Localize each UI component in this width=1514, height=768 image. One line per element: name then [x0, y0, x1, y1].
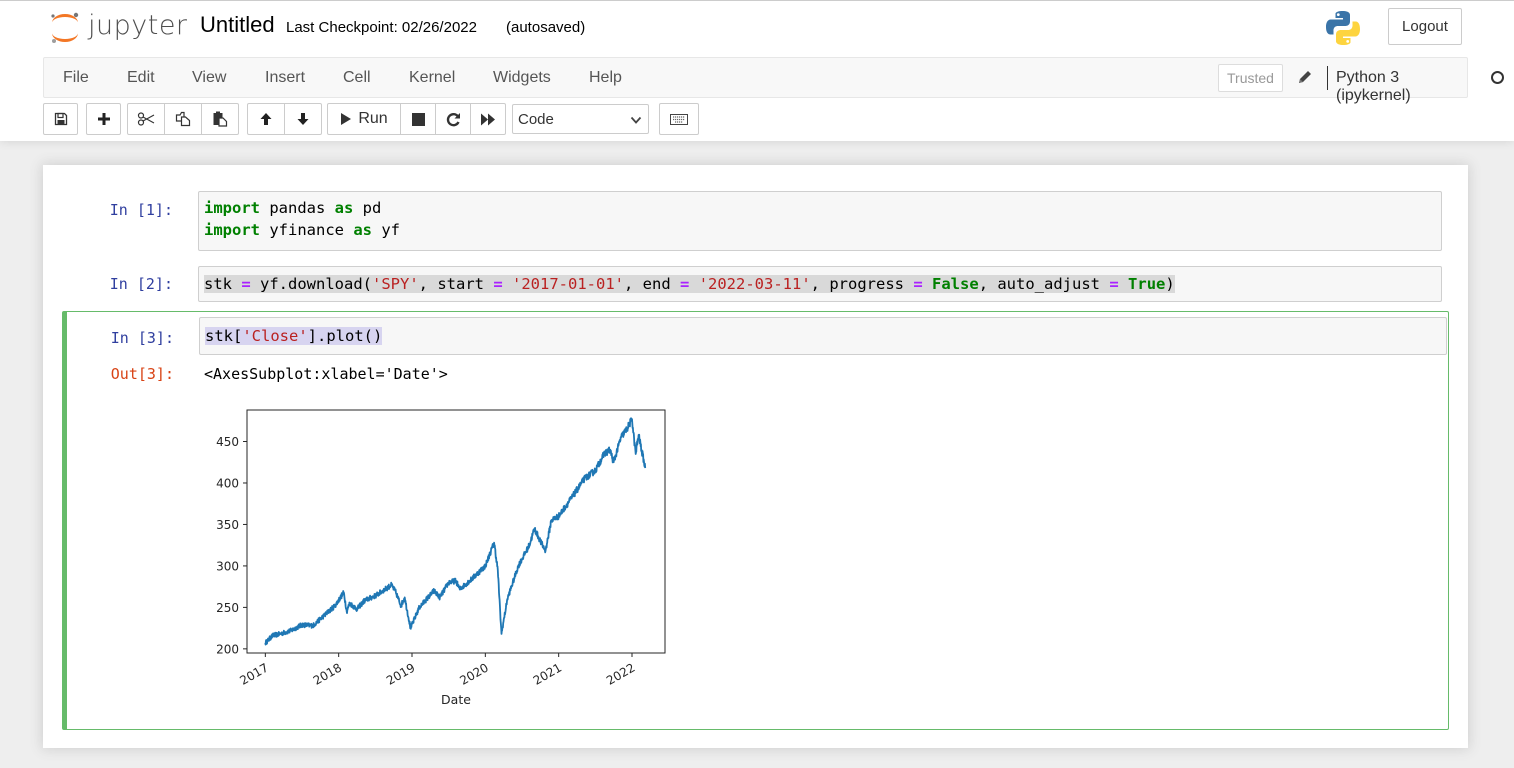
menu-edit[interactable]: Edit	[127, 69, 155, 87]
code-editor[interactable]: stk['Close'].plot()	[199, 317, 1447, 355]
x-tick-label: 2022	[604, 660, 637, 687]
output-prompt: Out[3]:	[110, 365, 174, 383]
menu-kernel[interactable]: Kernel	[409, 69, 455, 87]
menu-view[interactable]: View	[192, 69, 226, 87]
cell-type-value: Code	[518, 110, 554, 128]
run-group: Run	[327, 103, 506, 135]
y-tick-label: 400	[216, 476, 239, 490]
code-editor[interactable]: import pandas as pd import yfinance as y…	[198, 191, 1442, 251]
kernel-name[interactable]: Python 3 (ipykernel)	[1336, 69, 1467, 105]
y-tick-label: 200	[216, 642, 239, 656]
y-tick-label: 300	[216, 559, 239, 573]
header: jupyter Untitled Last Checkpoint: 02/26/…	[0, 0, 1514, 141]
kernel-separator	[1327, 66, 1328, 90]
menu-cell[interactable]: Cell	[343, 69, 371, 87]
input-prompt: In [2]:	[109, 275, 173, 293]
cut-button[interactable]	[127, 103, 165, 135]
restart-run-all-button[interactable]	[470, 103, 506, 135]
clipboard-group	[127, 103, 239, 135]
code-cell[interactable]: In [2]: stk = yf.download('SPY', start =…	[62, 264, 1449, 304]
python-logo-icon	[1325, 10, 1361, 46]
y-tick-label: 250	[216, 601, 239, 615]
input-prompt: In [3]:	[110, 329, 174, 347]
insert-group	[86, 103, 121, 135]
x-axis-label: Date	[441, 692, 471, 707]
x-tick-label: 2018	[311, 660, 344, 687]
jupyter-logo-icon	[51, 12, 79, 43]
x-axis: 2017 2018 2019 2020 2021 2022	[237, 653, 638, 688]
pencil-icon[interactable]	[1297, 69, 1313, 85]
menu-widgets[interactable]: Widgets	[493, 69, 551, 87]
jupyter-wordmark: jupyter	[88, 10, 188, 41]
toolbar: Run Code	[43, 103, 743, 135]
x-tick-label: 2019	[384, 660, 417, 687]
x-tick-label: 2017	[237, 660, 270, 687]
autosave-status: (autosaved)	[506, 19, 586, 36]
play-icon	[340, 112, 352, 126]
plus-icon	[97, 112, 111, 126]
checkpoint-status: Last Checkpoint: 02/26/2022	[286, 19, 477, 36]
scissors-icon	[137, 112, 155, 126]
restart-button[interactable]	[435, 103, 471, 135]
fast-forward-icon	[480, 113, 496, 126]
command-palette-button[interactable]	[659, 103, 699, 135]
menu-help[interactable]: Help	[589, 69, 622, 87]
menu-file[interactable]: File	[63, 69, 89, 87]
move-group	[247, 103, 322, 135]
copy-button[interactable]	[164, 103, 202, 135]
run-label: Run	[358, 110, 388, 127]
arrow-down-icon	[296, 112, 310, 126]
stop-icon	[411, 112, 425, 126]
refresh-icon	[446, 112, 461, 127]
arrow-up-icon	[259, 112, 273, 126]
menubar: File Edit View Insert Cell Kernel Widget…	[43, 57, 1504, 104]
paste-button[interactable]	[201, 103, 239, 135]
keyboard-icon	[670, 113, 688, 125]
insert-cell-button[interactable]	[86, 103, 121, 135]
copy-icon	[175, 111, 191, 127]
cell-type-select[interactable]: Code	[512, 104, 649, 134]
kernel-idle-icon	[1491, 71, 1504, 84]
menu-insert[interactable]: Insert	[265, 69, 305, 87]
run-button[interactable]: Run	[327, 103, 401, 135]
plot-background	[247, 410, 665, 653]
floppy-disk-icon	[54, 112, 68, 126]
logout-button[interactable]: Logout	[1388, 8, 1462, 45]
input-prompt: In [1]:	[109, 201, 173, 219]
code-editor[interactable]: stk = yf.download('SPY', start = '2017-0…	[198, 266, 1442, 302]
palette-group	[659, 103, 699, 135]
paste-icon	[212, 111, 228, 127]
interrupt-button[interactable]	[400, 103, 436, 135]
trusted-indicator[interactable]: Trusted	[1218, 64, 1283, 92]
chevron-down-icon	[630, 113, 642, 130]
x-tick-label: 2020	[457, 660, 490, 687]
x-tick-label: 2021	[531, 660, 564, 687]
save-group	[43, 103, 78, 135]
jupyter-logo[interactable]: jupyter	[48, 10, 187, 45]
close-price-chart: 200250300350400450 2017 2018 2019 2020 2021 2…	[216, 409, 666, 707]
output-text: <AxesSubplot:xlabel='Date'>	[204, 365, 448, 383]
save-button[interactable]	[43, 103, 78, 135]
y-tick-label: 450	[216, 435, 239, 449]
code-cell[interactable]: In [1]: import pandas as pd import yfina…	[62, 189, 1449, 253]
y-tick-label: 350	[216, 518, 239, 532]
move-up-button[interactable]	[247, 103, 285, 135]
y-axis: 200 250 300 350 400 450	[216, 435, 247, 656]
move-down-button[interactable]	[284, 103, 322, 135]
notebook-name[interactable]: Untitled	[200, 12, 275, 38]
